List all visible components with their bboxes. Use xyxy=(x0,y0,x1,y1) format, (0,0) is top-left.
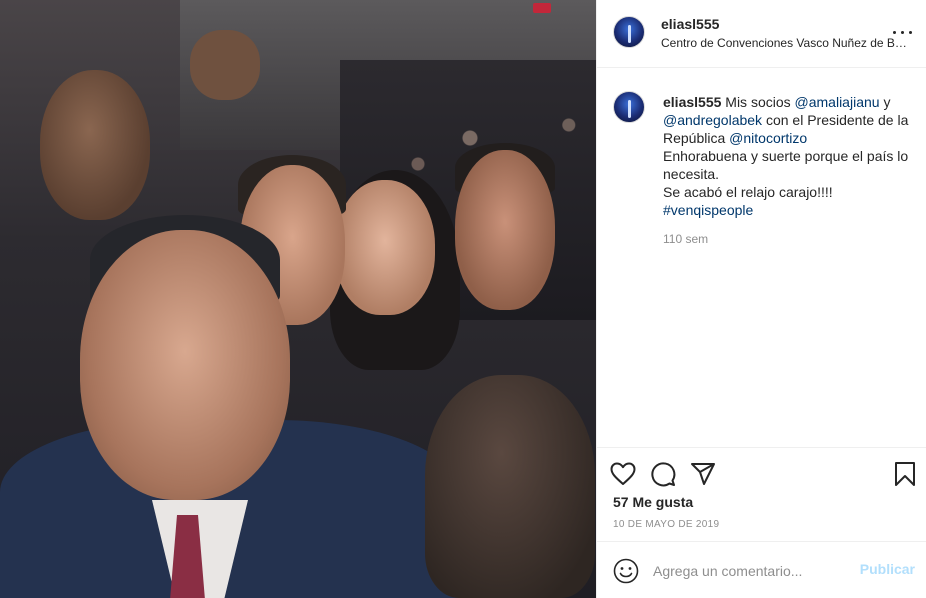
publish-button[interactable]: Publicar xyxy=(860,561,915,577)
post-header: eliasl555 Centro de Convenciones Vasco N… xyxy=(597,0,926,68)
caption-username[interactable]: eliasl555 xyxy=(663,94,721,110)
header-username[interactable]: eliasl555 xyxy=(661,16,719,32)
heart-icon[interactable] xyxy=(609,460,637,488)
post-date[interactable]: 10 DE MAYO DE 2019 xyxy=(613,519,719,530)
post-caption: eliasl555 Mis socios @amaliajianu y @and… xyxy=(663,93,919,219)
mention-andregolabek[interactable]: @andregolabek xyxy=(663,112,762,128)
post-photo[interactable] xyxy=(0,0,596,598)
hashtag-link[interactable]: #venqispeople xyxy=(663,201,919,219)
person-face-4 xyxy=(455,150,555,310)
bookmark-icon[interactable] xyxy=(891,460,919,488)
caption-line-3: Se acabó el relajo carajo!!!! xyxy=(663,184,833,200)
caption-time-ago[interactable]: 110 sem xyxy=(663,232,708,246)
exit-sign xyxy=(533,3,551,13)
instagram-post: eliasl555 Centro de Convenciones Vasco N… xyxy=(0,0,926,598)
more-options-icon[interactable] xyxy=(891,24,915,42)
comment-input[interactable] xyxy=(653,560,853,582)
person-head-foreground xyxy=(425,375,595,598)
likes-count[interactable]: 57 Me gusta xyxy=(613,494,693,510)
action-bar: 57 Me gusta 10 DE MAYO DE 2019 xyxy=(597,447,926,541)
add-comment-bar: Publicar xyxy=(597,541,926,598)
caption-line-1: eliasl555 Mis socios @amaliajianu y @and… xyxy=(663,93,919,147)
mention-nitocortizo[interactable]: @nitocortizo xyxy=(729,130,807,146)
comment-icon[interactable] xyxy=(649,460,677,488)
caption-text-1: Mis socios xyxy=(721,94,795,110)
avatar[interactable] xyxy=(613,16,645,48)
person-face-1 xyxy=(40,70,150,220)
emoji-icon[interactable] xyxy=(613,558,639,584)
caption-line-2: Enhorabuena y suerte porque el país lo n… xyxy=(663,148,909,182)
send-icon[interactable] xyxy=(689,460,717,488)
post-side-panel: eliasl555 Centro de Convenciones Vasco N… xyxy=(596,0,926,598)
raised-hand xyxy=(190,30,260,100)
person-face-5 xyxy=(80,230,290,500)
caption-text-2: y xyxy=(879,94,891,110)
comments-section: eliasl555 Mis socios @amaliajianu y @and… xyxy=(597,69,926,447)
mention-amaliajianu[interactable]: @amaliajianu xyxy=(795,94,880,110)
caption-avatar[interactable] xyxy=(613,91,645,123)
header-location[interactable]: Centro de Convenciones Vasco Nuñez de Ba… xyxy=(661,36,911,50)
person-face-3 xyxy=(335,180,435,315)
